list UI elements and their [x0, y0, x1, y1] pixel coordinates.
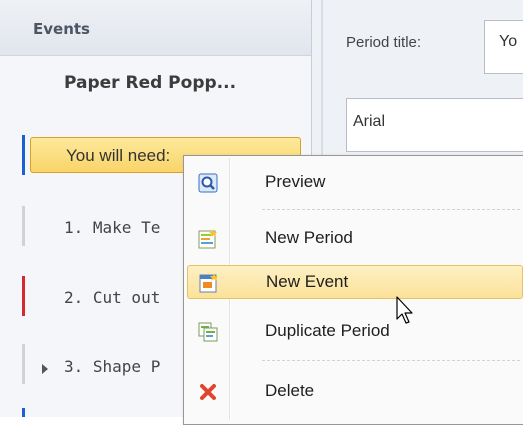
- sidebar-header: Events: [0, 0, 311, 56]
- menu-item-duplicate-period[interactable]: Duplicate Period: [187, 315, 523, 349]
- duplicate-period-icon: [198, 322, 218, 342]
- menu-item-preview[interactable]: Preview: [187, 166, 523, 200]
- period-title[interactable]: Paper Red Popp...: [64, 73, 236, 93]
- menu-item-label: New Period: [265, 228, 353, 247]
- font-value: Arial: [353, 113, 386, 130]
- menu-item-new-period[interactable]: New Period: [187, 222, 523, 256]
- selected-marker: [22, 135, 25, 175]
- item-marker: [22, 344, 25, 384]
- menu-separator: [262, 209, 520, 210]
- menu-item-label: Preview: [265, 172, 326, 191]
- delete-icon: [200, 384, 216, 400]
- tree-item-label: You will need:: [66, 146, 171, 165]
- tree-item-make[interactable]: 1. Make Te: [64, 218, 160, 237]
- item-marker: [22, 276, 25, 316]
- context-menu: Preview New Period New Event Duplicate P…: [183, 155, 523, 425]
- new-period-icon: [198, 229, 217, 249]
- item-marker: [22, 408, 25, 417]
- menu-item-label: Duplicate Period: [265, 321, 390, 340]
- font-select[interactable]: Arial: [346, 98, 523, 152]
- tree-item-cut[interactable]: 2. Cut out: [64, 288, 160, 307]
- menu-item-new-event[interactable]: New Event: [187, 265, 523, 299]
- menu-separator: [262, 360, 520, 361]
- expand-arrow-icon[interactable]: [42, 364, 48, 374]
- period-title-label: Period title:: [346, 34, 422, 51]
- mouse-cursor-icon: [396, 296, 413, 324]
- sidebar-title: Events: [33, 20, 90, 38]
- menu-item-label: New Event: [266, 272, 349, 291]
- preview-icon: [198, 173, 218, 193]
- menu-item-label: Delete: [265, 381, 315, 400]
- tree-item-shape[interactable]: 3. Shape P: [64, 357, 160, 376]
- menu-item-delete[interactable]: Delete: [187, 375, 523, 409]
- new-event-icon: [199, 273, 218, 293]
- period-title-value: Yo: [499, 33, 518, 50]
- period-title-input[interactable]: Yo: [484, 20, 523, 74]
- item-marker: [22, 206, 25, 246]
